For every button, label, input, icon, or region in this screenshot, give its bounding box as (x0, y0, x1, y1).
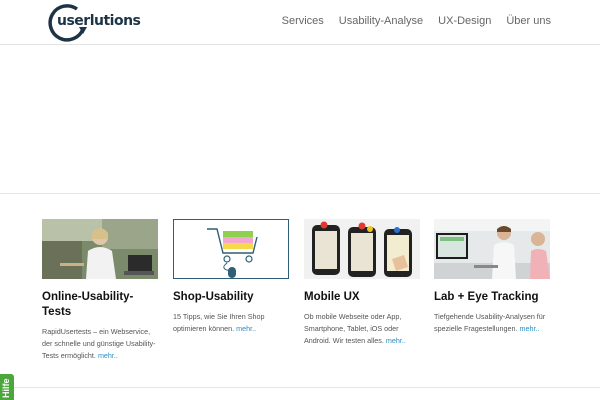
feature-description: 15 Tipps, wie Sie Ihren Shop optimieren … (173, 312, 265, 333)
feature-description: Tiefgehende Usability-Analysen für spezi… (434, 312, 546, 333)
feature-description: Ob mobile Webseite oder App, Smartphone,… (304, 312, 406, 345)
feature-card-online-usability: Online-Usability-Tests RapidUsertests – … (42, 219, 158, 362)
feature-description: RapidUsertests – ein Webservice, der sch… (42, 327, 156, 360)
site-header: userlutions Services Usability-Analyse U… (0, 0, 600, 45)
more-link[interactable]: mehr.. (386, 336, 406, 345)
nav-item-services[interactable]: Services (282, 15, 324, 27)
nav-item-ux-design[interactable]: UX-Design (438, 15, 491, 27)
nav-item-usability-analyse[interactable]: Usability-Analyse (339, 15, 423, 27)
feature-title: Shop-Usability (173, 291, 254, 303)
feature-title: Mobile UX (304, 291, 360, 303)
feature-title: Online-Usability-Tests (42, 291, 134, 318)
logo[interactable]: userlutions (47, 3, 141, 42)
main-nav: Services Usability-Analyse UX-Design Übe… (282, 15, 551, 27)
more-link[interactable]: mehr.. (98, 351, 118, 360)
features-row: Online-Usability-Tests RapidUsertests – … (42, 219, 552, 362)
feature-image-person-laptop[interactable] (42, 219, 158, 279)
nav-item-ueber-uns[interactable]: Über uns (506, 15, 551, 27)
help-tab-label: Hilfe (1, 378, 11, 398)
feature-image-phone-prototypes[interactable] (304, 219, 420, 279)
more-link[interactable]: mehr.. (520, 324, 540, 333)
feature-card-shop-usability: Shop-Usability 15 Tipps, wie Sie Ihren S… (173, 219, 289, 335)
feature-card-mobile-ux: Mobile UX Ob mobile Webseite oder App, S… (304, 219, 420, 347)
footer-divider (0, 387, 600, 388)
hero-slider (0, 45, 600, 194)
feature-image-shopping-cart[interactable] (173, 219, 289, 279)
feature-title: Lab + Eye Tracking (434, 291, 539, 303)
feature-card-lab-eye-tracking: Lab + Eye Tracking Tiefgehende Usability… (434, 219, 550, 335)
more-link[interactable]: mehr.. (236, 324, 256, 333)
help-tab[interactable]: Hilfe (0, 374, 14, 400)
logo-text: userlutions (57, 13, 141, 29)
feature-image-lab-eye-tracking[interactable] (434, 219, 550, 279)
